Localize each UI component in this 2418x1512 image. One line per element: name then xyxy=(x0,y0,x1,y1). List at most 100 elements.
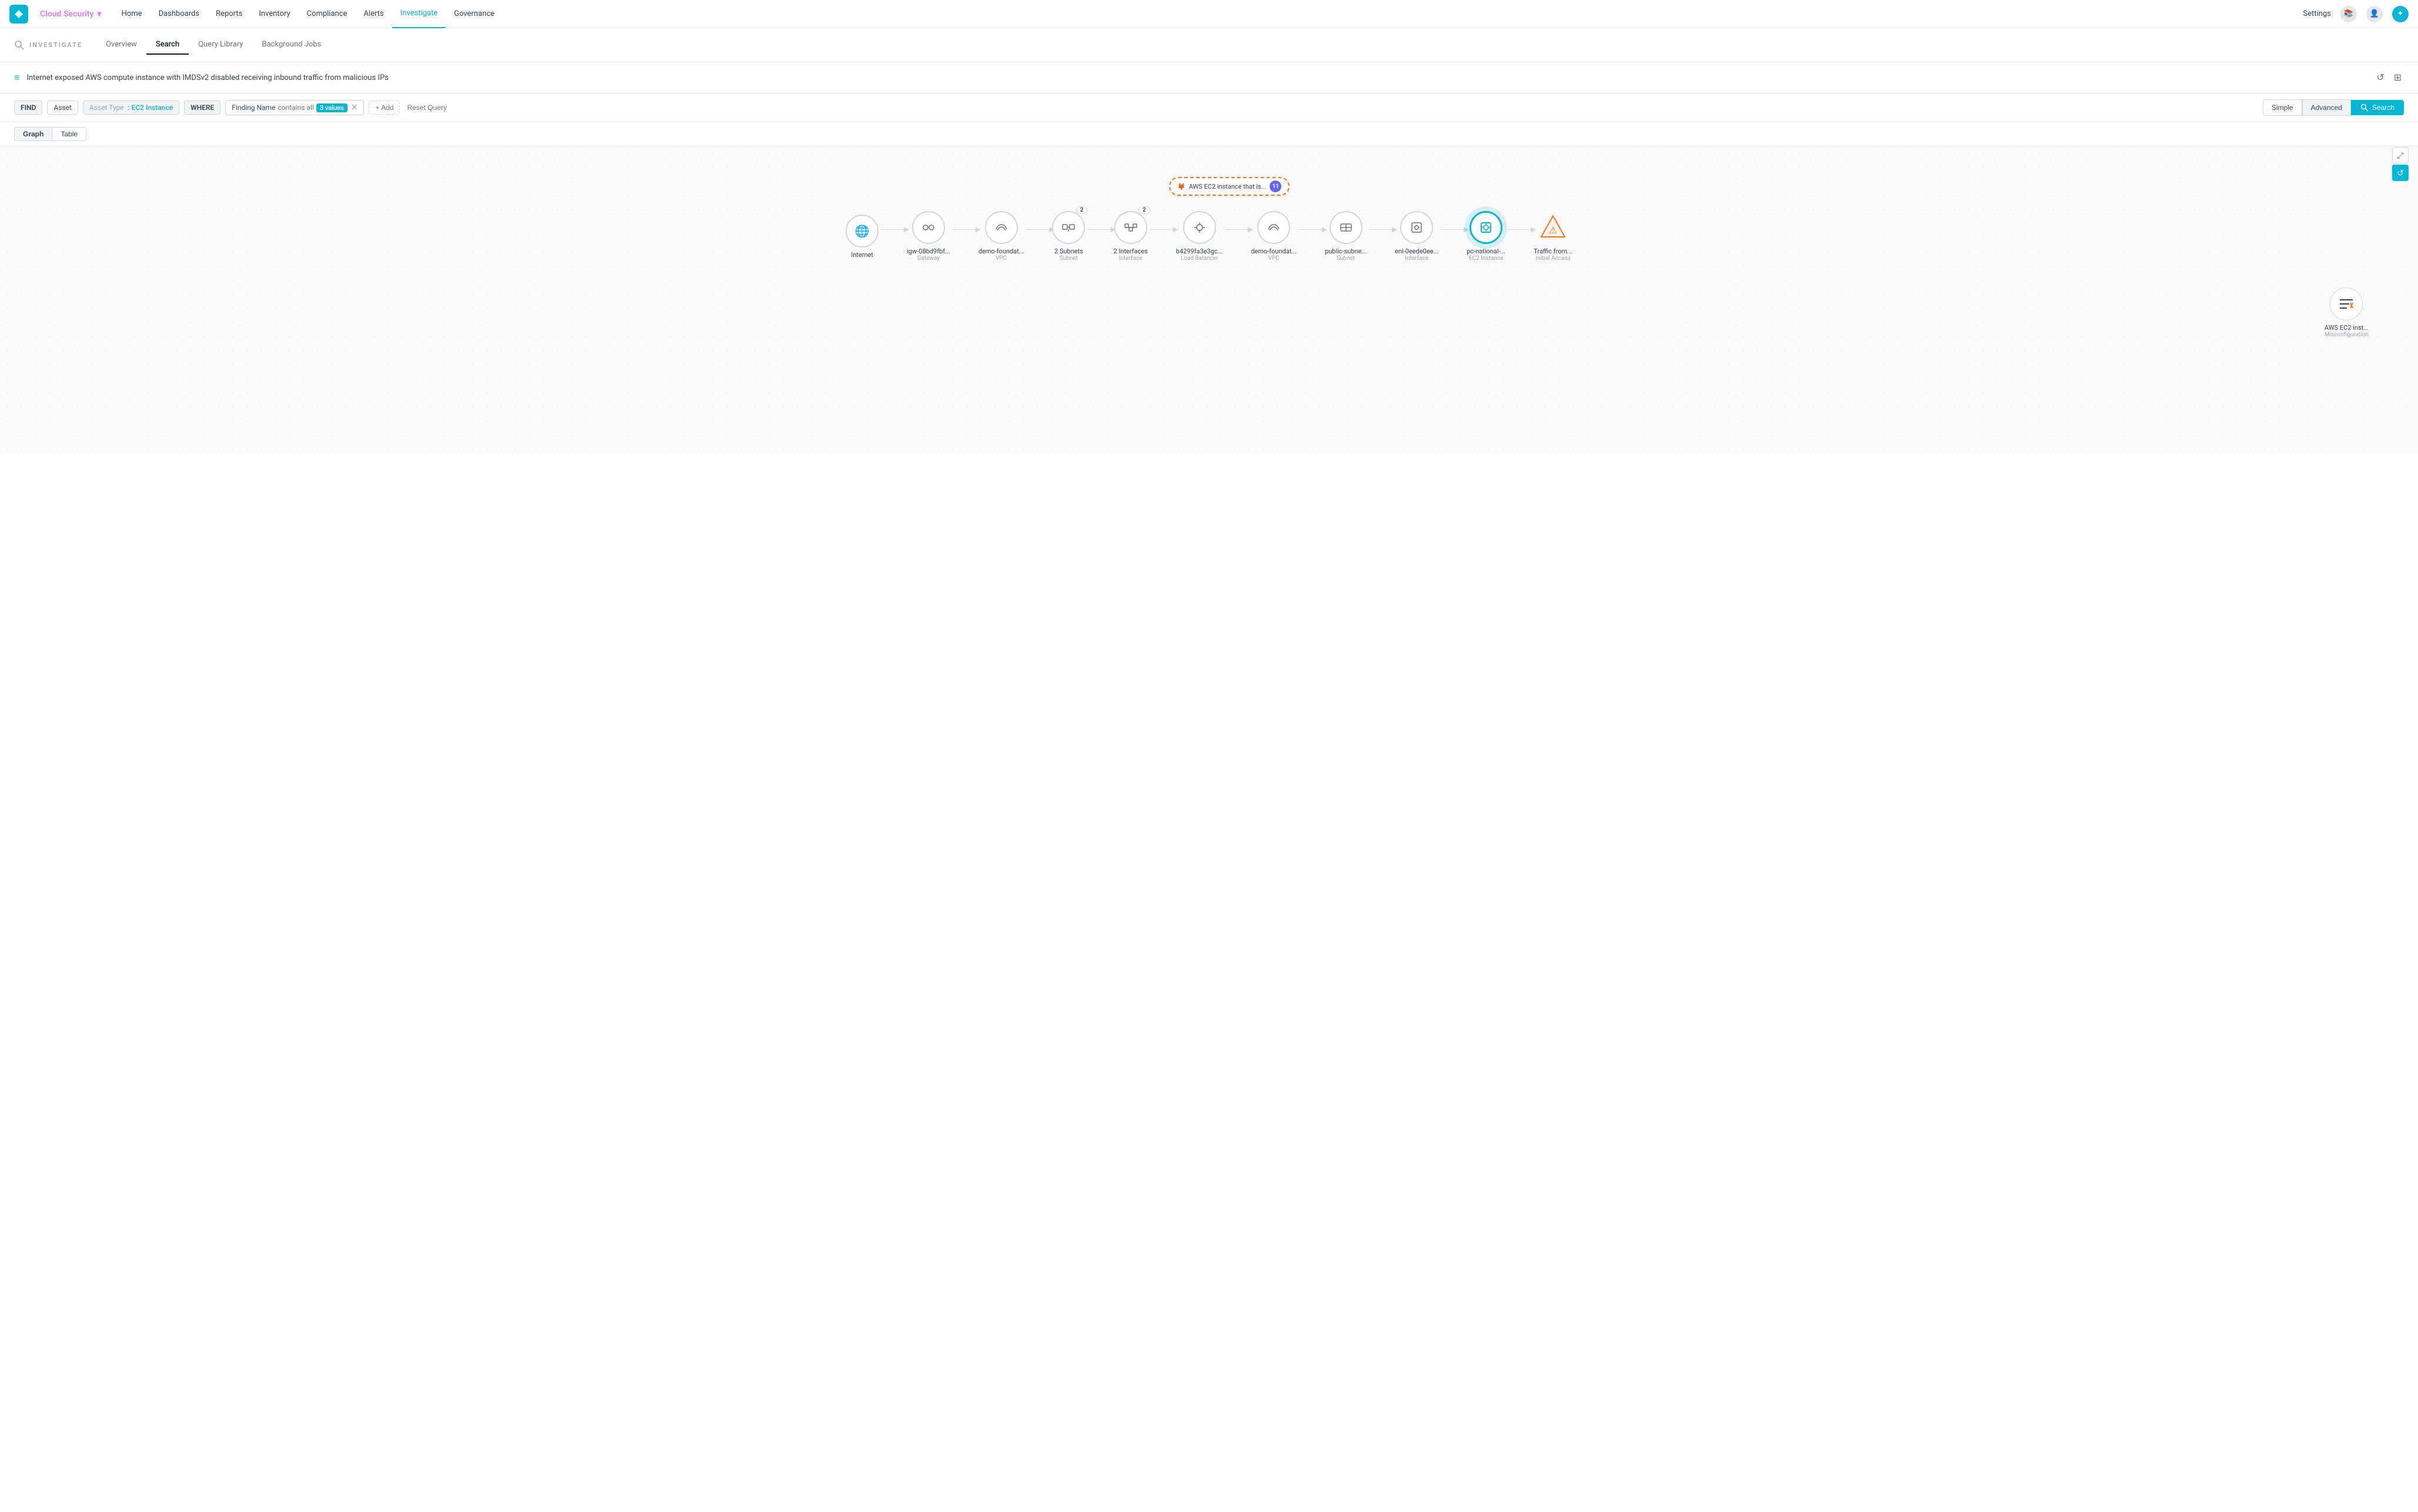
node-internet: 🌐 Internet xyxy=(846,215,879,259)
query-save-button[interactable]: ⊞ xyxy=(2392,69,2404,86)
connector-1 xyxy=(950,229,978,230)
search-icon xyxy=(14,40,25,51)
node-lb: b4299fa3e3gc... Load Balancer xyxy=(1176,211,1223,262)
investigate-header: INVESTIGATE Overview Search Query Librar… xyxy=(0,28,2418,62)
nav-reports[interactable]: Reports xyxy=(208,0,251,28)
query-reset-button[interactable]: ↺ xyxy=(2374,69,2386,86)
ec2-label: pc-national-... xyxy=(1467,247,1505,255)
investigate-tabs: Overview Search Query Library Background… xyxy=(96,35,330,55)
nav-dashboards[interactable]: Dashboards xyxy=(150,0,208,28)
subnets-type: Subnet xyxy=(1060,255,1078,262)
internet-node[interactable]: 🌐 xyxy=(846,215,879,247)
connector-3 xyxy=(1085,229,1113,230)
tab-query-library[interactable]: Query Library xyxy=(189,35,252,55)
nav-app-icon[interactable]: ✦ xyxy=(2392,6,2409,22)
aws-badge-text: AWS EC2 instance that is... xyxy=(1189,183,1267,190)
connector-9 xyxy=(1505,229,1534,230)
eni-node[interactable] xyxy=(1400,211,1433,244)
filter-bar: FIND Asset Asset Type : EC2 Instance WHE… xyxy=(0,93,2418,122)
vpc1-type: VPC xyxy=(996,255,1007,262)
advanced-mode-button[interactable]: Advanced xyxy=(2302,99,2351,116)
interfaces-label: 2 Interfaces xyxy=(1113,247,1147,255)
traffic-label: Traffic from... xyxy=(1534,247,1572,255)
misc-type: Misconfiguration xyxy=(2325,332,2369,338)
aws-ec2-badge[interactable]: 🦊 AWS EC2 instance that is... 11 xyxy=(1169,177,1290,196)
node-traffic: ⚠ Traffic from... Initial Access xyxy=(1534,211,1572,262)
connector-8 xyxy=(1438,229,1467,230)
nav-docs-icon[interactable]: 📚 xyxy=(2340,6,2357,22)
tab-overview[interactable]: Overview xyxy=(96,35,146,55)
nav-items: Home Dashboards Reports Inventory Compli… xyxy=(113,0,503,28)
nav-settings[interactable]: Settings xyxy=(2303,9,2331,18)
lb-node[interactable] xyxy=(1183,211,1216,244)
nav-inventory[interactable]: Inventory xyxy=(251,0,298,28)
eni-type: Interface xyxy=(1405,255,1428,262)
tab-search[interactable]: Search xyxy=(146,35,189,55)
nav-home[interactable]: Home xyxy=(113,0,150,28)
asset-type-tag[interactable]: Asset Type : EC2 Instance xyxy=(83,101,179,115)
nav-investigate[interactable]: Investigate xyxy=(392,0,446,28)
tab-background-jobs[interactable]: Background Jobs xyxy=(252,35,330,55)
vpc2-label: demo-foundat... xyxy=(1251,247,1297,255)
svg-text:⚠: ⚠ xyxy=(1549,225,1557,236)
node-interfaces: 2 2 Interfaces Interface xyxy=(1113,211,1147,262)
add-filter-button[interactable]: + Add xyxy=(369,101,400,115)
zoom-reset-button[interactable]: ↺ xyxy=(2392,165,2409,181)
lb-type: Load Balancer xyxy=(1181,255,1218,262)
interfaces-node[interactable] xyxy=(1114,211,1147,244)
nav-governance[interactable]: Governance xyxy=(446,0,503,28)
traffic-node[interactable]: ⚠ xyxy=(1537,211,1569,244)
graph-view-tab[interactable]: Graph xyxy=(14,127,52,141)
app-logo xyxy=(9,5,28,24)
node-vpc2: demo-foundat... VPC xyxy=(1251,211,1297,262)
simple-mode-button[interactable]: Simple xyxy=(2263,99,2302,116)
condition-tag[interactable]: Finding Name contains all 3 values ✕ xyxy=(225,100,364,115)
connector-7 xyxy=(1367,229,1395,230)
brand-button[interactable]: Cloud Security ▾ xyxy=(33,9,108,19)
where-tag: WHERE xyxy=(184,101,221,115)
vpc2-node[interactable] xyxy=(1257,211,1290,244)
interfaces-badge: 2 xyxy=(1138,206,1150,214)
subnet2-node[interactable] xyxy=(1330,211,1362,244)
node-vpc1: demo-foundat... VPC xyxy=(978,211,1024,262)
internet-label: Internet xyxy=(851,251,873,259)
vpc1-node[interactable] xyxy=(985,211,1018,244)
search-button[interactable]: Search xyxy=(2351,100,2404,115)
misc-node-wrapper: AWS EC2 inst... Misconfiguration xyxy=(2325,287,2369,338)
asset-tag[interactable]: Asset xyxy=(47,101,78,115)
brand-name: Cloud Security xyxy=(40,9,93,19)
eni-label: eni-0eede0ee... xyxy=(1395,247,1438,255)
gateway-label: igw-08bd9fbf... xyxy=(907,247,950,255)
connector-6 xyxy=(1297,229,1325,230)
nav-user-icon[interactable]: 👤 xyxy=(2366,6,2383,22)
reset-query-button[interactable]: Reset Query xyxy=(407,103,446,112)
connector-2 xyxy=(1024,229,1052,230)
gateway-type: Gateway xyxy=(917,255,940,262)
misc-node[interactable] xyxy=(2330,287,2363,320)
gateway-node[interactable] xyxy=(912,211,945,244)
zoom-fit-button[interactable]: ⤢ xyxy=(2392,147,2409,163)
misc-label: AWS EC2 inst... xyxy=(2325,324,2369,332)
condition-close[interactable]: ✕ xyxy=(351,103,358,112)
filter-right: Simple Advanced Search xyxy=(2263,99,2404,116)
ec2-node[interactable] xyxy=(1469,211,1502,244)
nav-alerts[interactable]: Alerts xyxy=(355,0,392,28)
node-eni: eni-0eede0ee... Interface xyxy=(1395,211,1438,262)
query-info-icon: ≡ xyxy=(14,72,19,83)
brand-chevron: ▾ xyxy=(97,9,101,19)
subnets-node[interactable] xyxy=(1052,211,1085,244)
query-text: Internet exposed AWS compute instance wi… xyxy=(26,73,2367,82)
node-ec2: pc-national-... EC2 Instance xyxy=(1467,211,1505,262)
nodes-row: 🌐 Internet igw-08bd9fbf... Gateway xyxy=(0,211,2418,262)
connector-5 xyxy=(1223,229,1251,230)
table-view-tab[interactable]: Table xyxy=(52,127,86,141)
vpc1-label: demo-foundat... xyxy=(978,247,1024,255)
node-gateway: igw-08bd9fbf... Gateway xyxy=(907,211,950,262)
search-icon xyxy=(2360,103,2369,112)
node-subnet2: public-subne... Subnet xyxy=(1325,211,1367,262)
investigate-logo: INVESTIGATE xyxy=(14,40,82,51)
query-actions: ↺ ⊞ xyxy=(2374,69,2404,86)
subnets-badge: 2 xyxy=(1076,206,1088,214)
view-tabs: Graph Table xyxy=(0,122,2418,146)
nav-compliance[interactable]: Compliance xyxy=(299,0,356,28)
